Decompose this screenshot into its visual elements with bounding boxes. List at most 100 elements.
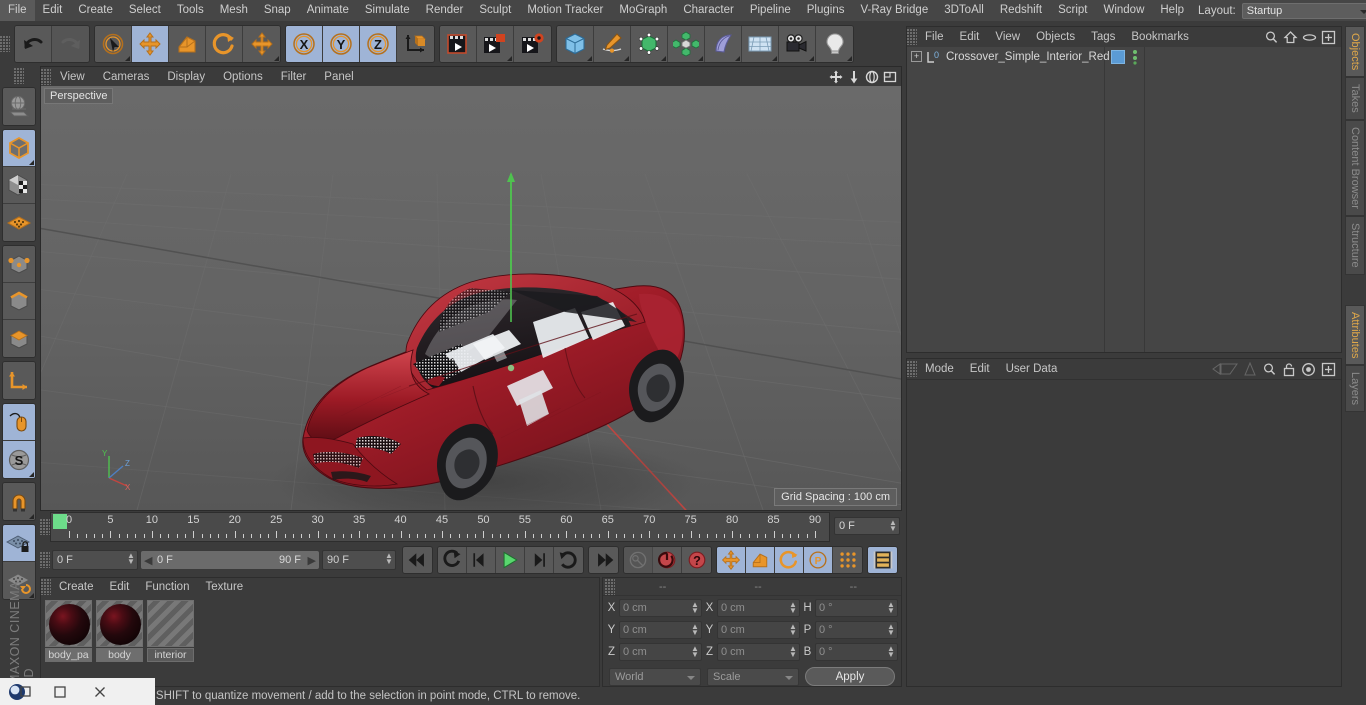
material-menu-edit[interactable]: Edit: [102, 581, 138, 593]
layout-select[interactable]: Startup: [1241, 2, 1366, 19]
material-thumbnail[interactable]: [96, 600, 143, 647]
timeline-ruler[interactable]: 0 5 10 15 20 25 30 35 40 45 50 55 60 65 70 75 80 85 90: [50, 512, 830, 542]
orbit-icon[interactable]: [864, 69, 880, 85]
menu-item-help[interactable]: Help: [1152, 0, 1192, 21]
menu-item-plugins[interactable]: Plugins: [799, 0, 853, 21]
menu-item-select[interactable]: Select: [121, 0, 169, 21]
object-tag-icon[interactable]: [1111, 50, 1125, 64]
enable-axis-icon[interactable]: S: [3, 441, 35, 478]
go-to-end-button[interactable]: [589, 547, 618, 573]
spinner-icon[interactable]: ▲ ▼: [887, 623, 895, 637]
nurbs-icon[interactable]: [631, 25, 668, 62]
expand-toggle-icon[interactable]: +: [911, 51, 922, 62]
object-menu-edit[interactable]: Edit: [952, 31, 988, 43]
flatten-icon[interactable]: [1212, 362, 1238, 376]
spline-pen-icon[interactable]: [594, 25, 631, 62]
move-alt-icon[interactable]: [243, 25, 280, 62]
light-icon[interactable]: [816, 25, 853, 62]
record-button[interactable]: [653, 547, 682, 573]
playhead-marker[interactable]: [53, 514, 67, 529]
workplane-lock-icon[interactable]: [3, 525, 35, 562]
object-menu-view[interactable]: View: [987, 31, 1028, 43]
position-input[interactable]: 0 cm ▲ ▼: [619, 599, 702, 617]
rotation-input[interactable]: 0 ° ▲ ▼: [815, 621, 898, 639]
flyout-corner-icon[interactable]: [587, 55, 592, 61]
previous-key-button[interactable]: [438, 547, 467, 573]
tab-content-browser[interactable]: Content Browser: [1345, 120, 1365, 216]
flyout-corner-icon[interactable]: [772, 55, 777, 61]
material-thumbnail[interactable]: [45, 600, 92, 647]
object-menu-file[interactable]: File: [917, 31, 952, 43]
menu-item-create[interactable]: Create: [70, 0, 121, 21]
object-tree-row[interactable]: + 0 Crossover_Simple_Interior_Red: [907, 47, 1341, 66]
keyframe-help-button[interactable]: ?: [682, 547, 711, 573]
record-rotation-button[interactable]: [775, 547, 804, 573]
model-mode-icon[interactable]: [3, 130, 35, 167]
spinner-icon[interactable]: ▲ ▼: [789, 645, 797, 659]
target-icon[interactable]: [1301, 362, 1316, 377]
axis-x-icon[interactable]: X: [286, 25, 323, 62]
flyout-corner-icon[interactable]: [507, 55, 512, 61]
camera-icon[interactable]: [779, 25, 816, 62]
menu-item-character[interactable]: Character: [675, 0, 742, 21]
menu-item-3dtoall[interactable]: 3DToAll: [936, 0, 992, 21]
axis-y-icon[interactable]: Y: [323, 25, 360, 62]
record-scale-button[interactable]: [746, 547, 775, 573]
size-input[interactable]: 0 cm ▲ ▼: [717, 643, 800, 661]
menu-item-v-ray-bridge[interactable]: V-Ray Bridge: [852, 0, 936, 21]
environment-icon[interactable]: [742, 25, 779, 62]
next-key-button[interactable]: [554, 547, 583, 573]
menu-item-script[interactable]: Script: [1050, 0, 1095, 21]
flyout-corner-icon[interactable]: [698, 55, 703, 61]
go-to-start-button[interactable]: [403, 547, 432, 573]
attribute-menu-mode[interactable]: Mode: [917, 363, 962, 375]
spinner-icon[interactable]: ▲ ▼: [889, 519, 897, 533]
viewport-canvas[interactable]: Perspective Grid Spacing : 100 cm Y Z X: [41, 86, 901, 510]
home-icon[interactable]: [1283, 30, 1298, 45]
menu-item-window[interactable]: Window: [1095, 0, 1152, 21]
close-icon[interactable]: [80, 678, 120, 705]
object-visibility-dots[interactable]: [1131, 49, 1139, 65]
viewport-menu-filter[interactable]: Filter: [272, 71, 316, 83]
tab-structure[interactable]: Structure: [1345, 215, 1365, 275]
viewport-menu-panel[interactable]: Panel: [315, 71, 362, 83]
material-item[interactable]: body_pa: [45, 600, 92, 662]
left-toolbar-gripper[interactable]: [14, 68, 24, 84]
polygon-mode-icon[interactable]: [3, 320, 35, 357]
menu-item-snap[interactable]: Snap: [256, 0, 299, 21]
flyout-corner-icon[interactable]: [735, 55, 740, 61]
menu-item-file[interactable]: File: [0, 0, 35, 21]
tab-layers[interactable]: Layers: [1345, 365, 1365, 413]
viewport-menu-cameras[interactable]: Cameras: [94, 71, 159, 83]
redo-icon[interactable]: [52, 25, 89, 62]
object-tree[interactable]: + 0 Crossover_Simple_Interior_Red: [907, 47, 1341, 352]
attribute-menu-user-data[interactable]: User Data: [998, 363, 1066, 375]
range-end-field[interactable]: 90 F ▲ ▼: [322, 550, 396, 570]
pan-icon[interactable]: [828, 69, 844, 85]
step-forward-button[interactable]: [525, 547, 554, 573]
rotation-input[interactable]: 0 ° ▲ ▼: [815, 599, 898, 617]
range-right-arrow-icon[interactable]: ▶: [308, 554, 316, 567]
render-settings-icon[interactable]: [514, 25, 551, 62]
menu-item-redshift[interactable]: Redshift: [992, 0, 1050, 21]
step-back-button[interactable]: [467, 547, 496, 573]
tab-takes[interactable]: Takes: [1345, 77, 1365, 121]
tab-objects[interactable]: Objects: [1345, 26, 1365, 78]
menu-item-mograph[interactable]: MoGraph: [611, 0, 675, 21]
app-icon[interactable]: [0, 678, 40, 705]
transport-gripper[interactable]: [40, 552, 50, 568]
spinner-icon[interactable]: ▲ ▼: [691, 645, 699, 659]
minimize-icon[interactable]: [40, 678, 80, 705]
size-input[interactable]: 0 cm ▲ ▼: [717, 621, 800, 639]
rotate-tool-icon[interactable]: [206, 25, 243, 62]
flyout-corner-icon[interactable]: [29, 472, 34, 477]
coordinate-system-dropdown[interactable]: World: [609, 667, 701, 686]
menu-item-tools[interactable]: Tools: [169, 0, 212, 21]
rotation-input[interactable]: 0 ° ▲ ▼: [815, 643, 898, 661]
object-gripper[interactable]: [907, 29, 917, 45]
range-left-arrow-icon[interactable]: ◀: [144, 554, 152, 567]
object-menu-objects[interactable]: Objects: [1028, 31, 1083, 43]
workplane-mode-icon[interactable]: [3, 204, 35, 241]
spinner-icon[interactable]: ▲ ▼: [691, 623, 699, 637]
tab-attributes[interactable]: Attributes: [1345, 304, 1365, 366]
